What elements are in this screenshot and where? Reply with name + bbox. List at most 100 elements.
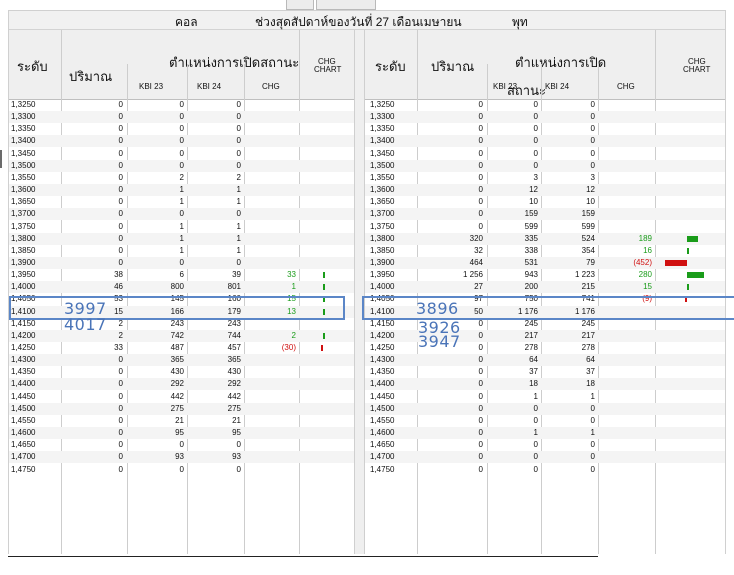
put-cell-chg xyxy=(598,330,652,342)
put-cell-vol: 0 xyxy=(478,440,483,450)
call-cell-vol: 0 xyxy=(118,391,123,401)
call-cell-k24: 0 xyxy=(236,100,241,109)
put-cell-k24: 0 xyxy=(590,136,595,146)
call-cell-chg: 33 xyxy=(287,270,296,280)
call-cell-vol: 38 xyxy=(114,270,123,280)
put-row: 1,3800 320 335 524 189 xyxy=(365,232,725,245)
put-header: ระดับ ปริมาณ ตำแหน่งการเปิด KBI 23 สถานะ… xyxy=(365,30,725,100)
call-chg-bar xyxy=(321,345,323,351)
call-chg-bar xyxy=(323,284,325,291)
call-cell-k23: 292 xyxy=(170,379,184,389)
put-cell-level: 1,4550 xyxy=(370,415,395,425)
call-cell-k24: 0 xyxy=(236,257,241,267)
put-cell-k23: 943 xyxy=(524,270,538,280)
call-cell-vol: 33 xyxy=(114,343,123,352)
call-level-header: ระดับ xyxy=(17,59,48,74)
put-cell-level: 1,4600 xyxy=(370,428,395,438)
put-cell-chg xyxy=(598,135,652,147)
call-row: 1,4700 0 93 93 xyxy=(9,451,354,464)
put-cell-level: 1,3250 xyxy=(370,100,395,109)
put-cell-chg xyxy=(598,184,652,196)
put-row: 1,3500 0 0 0 xyxy=(365,159,725,172)
put-cell-k23: 338 xyxy=(524,245,538,255)
put-cell-vol: 0 xyxy=(478,452,483,462)
call-cell-chg xyxy=(244,427,296,439)
call-cell-k23: 0 xyxy=(179,100,184,109)
call-cell-vol: 0 xyxy=(118,257,123,267)
put-cell-vol: 0 xyxy=(478,379,483,389)
call-cell-vol: 0 xyxy=(118,148,123,158)
call-row: 1,4300 0 365 365 xyxy=(9,354,354,367)
call-cell-k23: 0 xyxy=(179,136,184,146)
put-row: 1,4700 0 0 0 xyxy=(365,451,725,464)
call-cell-level: 1,3550 xyxy=(11,172,36,182)
call-cell-chg xyxy=(244,245,296,257)
put-panel: ระดับ ปริมาณ ตำแหน่งการเปิด KBI 23 สถานะ… xyxy=(365,30,725,554)
put-cell-k24: 1 xyxy=(590,428,595,438)
call-cell-level: 1,4550 xyxy=(11,415,36,425)
call-row: 1,3400 0 0 0 xyxy=(9,135,354,148)
put-cell-chg xyxy=(598,160,652,172)
call-cell-k23: 1 xyxy=(179,185,184,195)
toolbar-button-right[interactable] xyxy=(316,0,376,10)
put-cell-k23: 0 xyxy=(533,124,538,134)
call-cell-chg xyxy=(244,221,296,233)
put-row: 1,3350 0 0 0 xyxy=(365,123,725,135)
call-row: 1,3950 38 6 39 33 xyxy=(9,269,354,281)
call-panel: ระดับ ปริมาณ ตำแหน่งการเปิดสถานะ KBI 23 … xyxy=(9,30,354,554)
put-row: 1,3950 1 256 943 1 223 280 xyxy=(365,269,725,281)
put-cell-k23: 200 xyxy=(524,282,538,292)
call-cell-k24: 292 xyxy=(227,379,241,389)
put-row: 1,4300 0 64 64 xyxy=(365,354,725,367)
call-cell-chg xyxy=(244,451,296,463)
call-cell-level: 1,3600 xyxy=(11,185,36,195)
call-cell-chg: 1 xyxy=(291,282,296,292)
put-row: 1,4750 0 0 0 xyxy=(365,464,725,476)
call-cell-k23: 0 xyxy=(179,464,184,474)
call-cell-vol: 0 xyxy=(118,160,123,170)
put-cell-k23: 335 xyxy=(524,233,538,243)
call-row: 1,3600 0 1 1 xyxy=(9,184,354,197)
call-cell-vol: 0 xyxy=(118,221,123,231)
call-cell-chg xyxy=(244,391,296,403)
call-cell-level: 1,4500 xyxy=(11,403,36,413)
call-chg-bar xyxy=(323,272,325,279)
call-cell-vol: 0 xyxy=(118,100,123,109)
call-cell-k23: 0 xyxy=(179,124,184,134)
put-cell-k24: 0 xyxy=(590,124,595,134)
call-cell-k24: 0 xyxy=(236,440,241,450)
call-cell-level: 1,3950 xyxy=(11,270,36,280)
call-cell-vol: 0 xyxy=(118,245,123,255)
put-cell-k24: 0 xyxy=(590,464,595,474)
put-cell-chg xyxy=(598,342,652,354)
call-cell-vol: 0 xyxy=(118,124,123,134)
put-cell-k24: 79 xyxy=(586,257,595,267)
call-row: 1,4250 33 487 457 (30) xyxy=(9,342,354,354)
put-cell-chg: 189 xyxy=(638,233,652,243)
put-cell-chg xyxy=(598,378,652,390)
call-row: 1,3900 0 0 0 xyxy=(9,256,354,269)
panel-divider[interactable] xyxy=(354,30,365,554)
call-cell-level: 1,4200 xyxy=(11,330,36,340)
call-cell-level: 1,3300 xyxy=(11,112,36,122)
put-cell-vol: 0 xyxy=(478,391,483,401)
call-cell-k23: 442 xyxy=(170,391,184,401)
put-cell-level: 1,3700 xyxy=(370,209,395,219)
call-cell-chg xyxy=(244,196,296,208)
call-cell-vol: 0 xyxy=(118,209,123,219)
call-row: 1,4550 0 21 21 xyxy=(9,415,354,427)
put-cell-level: 1,4450 xyxy=(370,391,395,401)
put-chg-bar xyxy=(687,284,689,291)
call-cell-k23: 800 xyxy=(170,282,184,292)
call-row: 1,4500 0 275 275 xyxy=(9,402,354,415)
call-cell-level: 1,4450 xyxy=(11,391,36,401)
call-row: 1,3650 0 1 1 xyxy=(9,196,354,208)
put-row: 1,3750 0 599 599 xyxy=(365,221,725,233)
call-row: 1,4200 2 742 744 2 xyxy=(9,329,354,342)
call-cell-k23: 742 xyxy=(170,330,184,340)
put-cell-level: 1,3900 xyxy=(370,257,395,267)
put-oi-header-1: ตำแหน่งการเปิด xyxy=(515,55,607,70)
put-cell-vol: 0 xyxy=(478,221,483,231)
call-cell-chg xyxy=(244,439,296,451)
toolbar-button-left[interactable] xyxy=(286,0,314,10)
